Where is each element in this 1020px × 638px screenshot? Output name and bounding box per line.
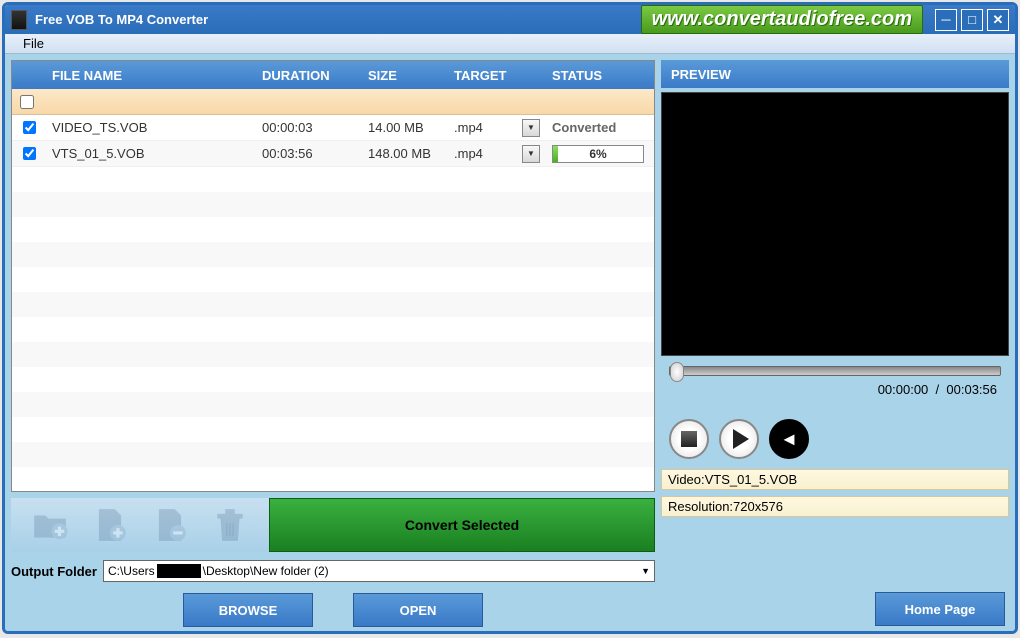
app-window: Free VOB To MP4 Converter www.convertaud… <box>2 2 1018 634</box>
status-text: Converted <box>552 120 616 135</box>
titlebar: Free VOB To MP4 Converter www.convertaud… <box>5 5 1015 34</box>
seek-thumb[interactable] <box>670 362 684 382</box>
stop-button[interactable] <box>669 419 709 459</box>
time-display: 00:00:00 / 00:03:56 <box>669 382 1001 397</box>
th-status: STATUS <box>546 68 654 83</box>
minimize-button[interactable]: ─ <box>935 9 957 31</box>
cell-target: .mp4▼ <box>448 145 546 163</box>
table-row[interactable]: VIDEO_TS.VOB00:00:0314.00 MB.mp4▼ Convert… <box>12 115 654 141</box>
output-folder-field[interactable]: C:\Users\Desktop\New folder (2) ▼ <box>103 560 655 582</box>
window-title: Free VOB To MP4 Converter <box>35 12 208 27</box>
delete-button[interactable] <box>209 504 251 546</box>
app-icon <box>11 10 27 30</box>
toolbar: Convert Selected <box>11 498 655 552</box>
target-dropdown[interactable]: ▼ <box>522 145 540 163</box>
select-all-row <box>12 89 654 115</box>
resolution-info-line: Resolution:720x576 <box>661 496 1009 517</box>
seek-slider[interactable] <box>669 366 1001 376</box>
th-target: TARGET <box>448 68 546 83</box>
open-button[interactable]: OPEN <box>353 593 483 627</box>
th-filename: FILE NAME <box>46 68 256 83</box>
table-row[interactable]: VTS_01_5.VOB00:03:56148.00 MB.mp4▼ 6% <box>12 141 654 167</box>
slider-area: 00:00:00 / 00:03:56 <box>661 360 1009 410</box>
convert-selected-button[interactable]: Convert Selected <box>269 498 655 552</box>
cell-target: .mp4▼ <box>448 119 546 137</box>
close-button[interactable]: ✕ <box>987 9 1009 31</box>
add-file-button[interactable] <box>89 504 131 546</box>
cell-status: Converted <box>546 120 654 135</box>
empty-rows <box>12 167 654 491</box>
video-info-line: Video:VTS_01_5.VOB <box>661 469 1009 490</box>
file-table: FILE NAME DURATION SIZE TARGET STATUS VI… <box>11 60 655 492</box>
play-button[interactable] <box>719 419 759 459</box>
preview-header: PREVIEW <box>661 60 1009 88</box>
volume-button[interactable]: ◄ <box>769 419 809 459</box>
cell-duration: 00:00:03 <box>256 120 362 135</box>
add-folder-button[interactable] <box>29 504 71 546</box>
cell-size: 148.00 MB <box>362 146 448 161</box>
menubar: File <box>5 34 1015 54</box>
cell-duration: 00:03:56 <box>256 146 362 161</box>
cell-status: 6% <box>546 145 654 163</box>
redacted-username <box>157 564 201 578</box>
cell-size: 14.00 MB <box>362 120 448 135</box>
select-all-checkbox[interactable] <box>20 95 34 109</box>
maximize-button[interactable]: □ <box>961 9 983 31</box>
home-page-button[interactable]: Home Page <box>875 592 1005 626</box>
th-duration: DURATION <box>256 68 362 83</box>
remove-file-button[interactable] <box>149 504 191 546</box>
table-header: FILE NAME DURATION SIZE TARGET STATUS <box>12 61 654 89</box>
menu-file[interactable]: File <box>15 34 52 53</box>
url-banner[interactable]: www.convertaudiofree.com <box>641 5 923 34</box>
browse-button[interactable]: BROWSE <box>183 593 313 627</box>
row-checkbox[interactable] <box>23 147 36 160</box>
right-panel: PREVIEW 00:00:00 / 00:03:56 ◄ Video:VTS_… <box>661 60 1009 630</box>
preview-video <box>661 92 1009 356</box>
playback-controls: ◄ <box>661 414 1009 464</box>
output-folder-row: Output Folder C:\Users\Desktop\New folde… <box>11 558 655 584</box>
row-checkbox[interactable] <box>23 121 36 134</box>
bottom-buttons: BROWSE OPEN <box>11 590 655 630</box>
target-dropdown[interactable]: ▼ <box>522 119 540 137</box>
cell-filename: VTS_01_5.VOB <box>46 146 256 161</box>
progress-bar: 6% <box>552 145 644 163</box>
body-area: FILE NAME DURATION SIZE TARGET STATUS VI… <box>5 54 1015 634</box>
left-panel: FILE NAME DURATION SIZE TARGET STATUS VI… <box>11 60 655 630</box>
output-folder-label: Output Folder <box>11 564 97 579</box>
th-size: SIZE <box>362 68 448 83</box>
chevron-down-icon[interactable]: ▼ <box>641 566 650 576</box>
cell-filename: VIDEO_TS.VOB <box>46 120 256 135</box>
